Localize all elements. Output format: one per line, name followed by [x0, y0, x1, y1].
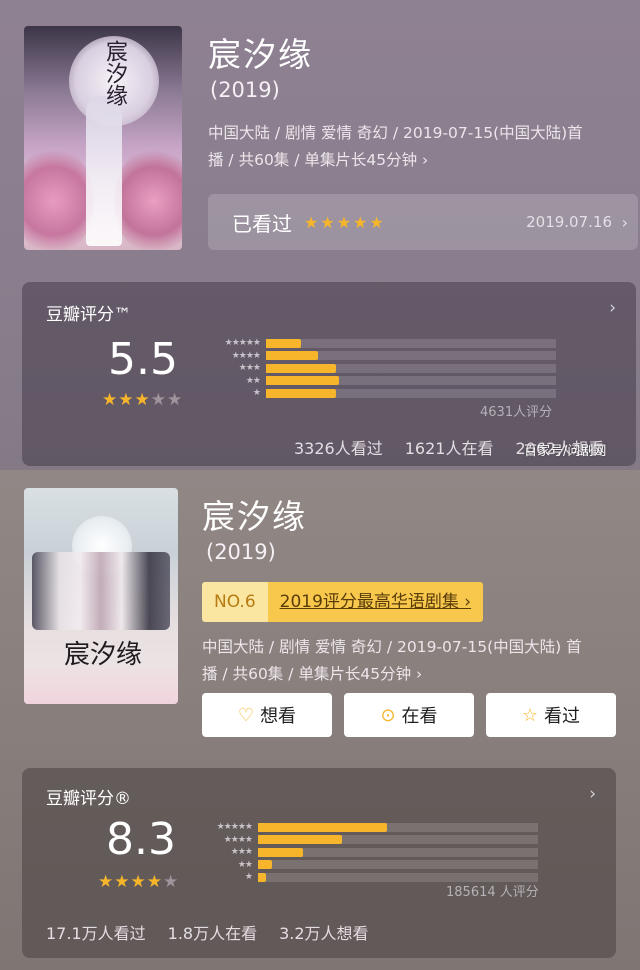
- chevron-right-icon: ›: [609, 298, 616, 318]
- star-icon: ☆: [521, 704, 539, 726]
- histogram-track: [266, 388, 556, 398]
- watched-label: 看过: [544, 706, 581, 727]
- poster-image[interactable]: 宸汐缘: [24, 26, 182, 250]
- stat-watching: 1621人在看: [404, 439, 494, 458]
- histogram-star-label: ★★★★★: [216, 822, 253, 832]
- stat-want: 3.2万人想看: [279, 924, 369, 943]
- histogram-bar: [266, 363, 336, 373]
- watermark: 百家号/问剧网: [524, 444, 607, 459]
- watched-button[interactable]: ☆ 看过: [486, 693, 616, 737]
- rating-stars: ★★★★★: [98, 872, 179, 892]
- histogram-bar: [258, 835, 342, 844]
- histogram-star-label: ★★★: [230, 847, 253, 857]
- watched-date: 2019.07.16: [526, 213, 612, 231]
- rating-stars-filled: ★★★★: [98, 872, 163, 892]
- histogram-track: [258, 847, 538, 857]
- histogram-track: [258, 835, 538, 844]
- poster-blossom-right: [114, 146, 182, 250]
- histogram-star-label: ★★★★: [223, 834, 253, 845]
- histogram-bar: [258, 872, 266, 882]
- poster-blossom-left: [24, 146, 94, 250]
- my-rating-stars: ★★★★★: [304, 212, 386, 232]
- eye-circle-icon: ⊙: [380, 704, 396, 726]
- histogram-track: [266, 338, 556, 348]
- histogram-row: ★★: [198, 860, 538, 870]
- meta-line-2: 播 / 共60集 / 单集片长45分钟 ›: [202, 665, 423, 683]
- drama-title: 宸汐缘: [208, 35, 313, 74]
- histogram-row: ★★: [206, 376, 556, 386]
- rating-stats: 17.1万人看过 1.8万人在看 3.2万人想看: [46, 920, 391, 944]
- want-button[interactable]: ♡ 想看: [202, 693, 332, 737]
- drama-meta[interactable]: 中国大陆 / 剧情 爱情 奇幻 / 2019-07-15(中国大陆) 首 播 /…: [202, 634, 582, 688]
- histogram-bar: [258, 822, 387, 832]
- watching-label: 在看: [401, 706, 438, 727]
- rating-card-title: 豆瓣评分®: [46, 789, 131, 809]
- poster-title-art: 宸汐缘: [102, 40, 127, 106]
- histogram-row: ★★★★: [198, 835, 538, 845]
- rating-score: 8.3: [106, 814, 176, 865]
- histogram-star-label: ★★★★: [231, 350, 261, 361]
- poster-figure: [86, 96, 122, 246]
- histogram-bar: [258, 847, 303, 857]
- stat-watching: 1.8万人在看: [167, 924, 258, 943]
- rank-badge[interactable]: NO.6 2019评分最高华语剧集 ›: [202, 582, 484, 622]
- drama-year: (2019): [210, 78, 280, 102]
- histogram-star-label: ★★★: [238, 363, 261, 373]
- histogram-star-label: ★★★★★: [224, 338, 261, 348]
- stat-watched: 3326人看过: [294, 439, 383, 458]
- histogram-star-label: ★★: [245, 375, 261, 386]
- rank-number: NO.6: [202, 582, 268, 622]
- histogram-bar: [266, 388, 336, 398]
- rank-link[interactable]: 2019评分最高华语剧集 ›: [267, 582, 484, 622]
- chevron-right-icon: ›: [589, 784, 596, 804]
- rating-stars-filled: ★★★: [102, 390, 151, 410]
- rating-score: 5.5: [108, 334, 178, 385]
- rating-card[interactable]: 豆瓣评分® › 8.3 ★★★★★ ★★★★★ ★★★★ ★★★ ★★ ★ 185614…: [22, 768, 616, 958]
- watching-button[interactable]: ⊙ 在看: [344, 693, 474, 737]
- drama-title: 宸汐缘: [202, 497, 307, 536]
- histogram-bar: [266, 351, 318, 360]
- watched-label: 已看过: [232, 211, 292, 236]
- poster-image[interactable]: 宸汐缘: [24, 488, 178, 704]
- heart-plus-icon: ♡: [237, 704, 255, 726]
- histogram-row: ★★★: [198, 847, 538, 857]
- meta-line-1: 中国大陆 / 剧情 爱情 奇幻 / 2019-07-15(中国大陆) 首: [202, 638, 582, 656]
- poster-title-art: 宸汐缘: [64, 640, 143, 670]
- stat-watched: 17.1万人看过: [46, 924, 146, 943]
- histogram-bar: [266, 376, 339, 385]
- histogram-row: ★★★★★: [206, 338, 556, 348]
- histogram-track: [266, 376, 556, 385]
- histogram-star-label: ★: [244, 872, 253, 882]
- drama-meta[interactable]: 中国大陆 / 剧情 爱情 奇幻 / 2019-07-15(中国大陆)首 播 / …: [208, 120, 583, 174]
- histogram-row: ★: [206, 388, 556, 398]
- meta-line-1: 中国大陆 / 剧情 爱情 奇幻 / 2019-07-15(中国大陆)首: [208, 124, 583, 142]
- histogram-track: [258, 860, 538, 869]
- histogram-row: ★★★: [206, 363, 556, 373]
- histogram-row: ★★★★★: [198, 822, 538, 832]
- chevron-right-icon: ›: [621, 212, 628, 232]
- rating-card[interactable]: 豆瓣评分™ › 5.5 ★★★★★ ★★★★★ ★★★★ ★★★ ★★ ★ 4631人评…: [22, 282, 636, 466]
- histogram-track: [266, 363, 556, 373]
- want-label: 想看: [260, 706, 297, 727]
- rating-count: 185614 人评分: [446, 885, 539, 900]
- histogram-row: ★★★★: [206, 351, 556, 361]
- drama-year: (2019): [206, 540, 276, 564]
- histogram-bar: [258, 860, 272, 869]
- histogram-star-label: ★★: [237, 859, 253, 870]
- histogram-bar: [266, 338, 301, 348]
- rating-stars: ★★★★★: [102, 390, 183, 410]
- histogram-track: [266, 351, 556, 360]
- meta-line-2: 播 / 共60集 / 单集片长45分钟 ›: [208, 151, 429, 169]
- rating-stars-empty: ★★: [150, 390, 184, 410]
- histogram-star-label: ★: [252, 388, 261, 398]
- rating-count: 4631人评分: [480, 405, 553, 420]
- poster-cast: [32, 552, 170, 630]
- histogram-track: [258, 822, 538, 832]
- rating-stars-empty: ★: [162, 872, 180, 892]
- my-rating-bar[interactable]: 已看过 ★★★★★ 2019.07.16 ›: [208, 194, 638, 250]
- rating-card-title: 豆瓣评分™: [46, 305, 131, 325]
